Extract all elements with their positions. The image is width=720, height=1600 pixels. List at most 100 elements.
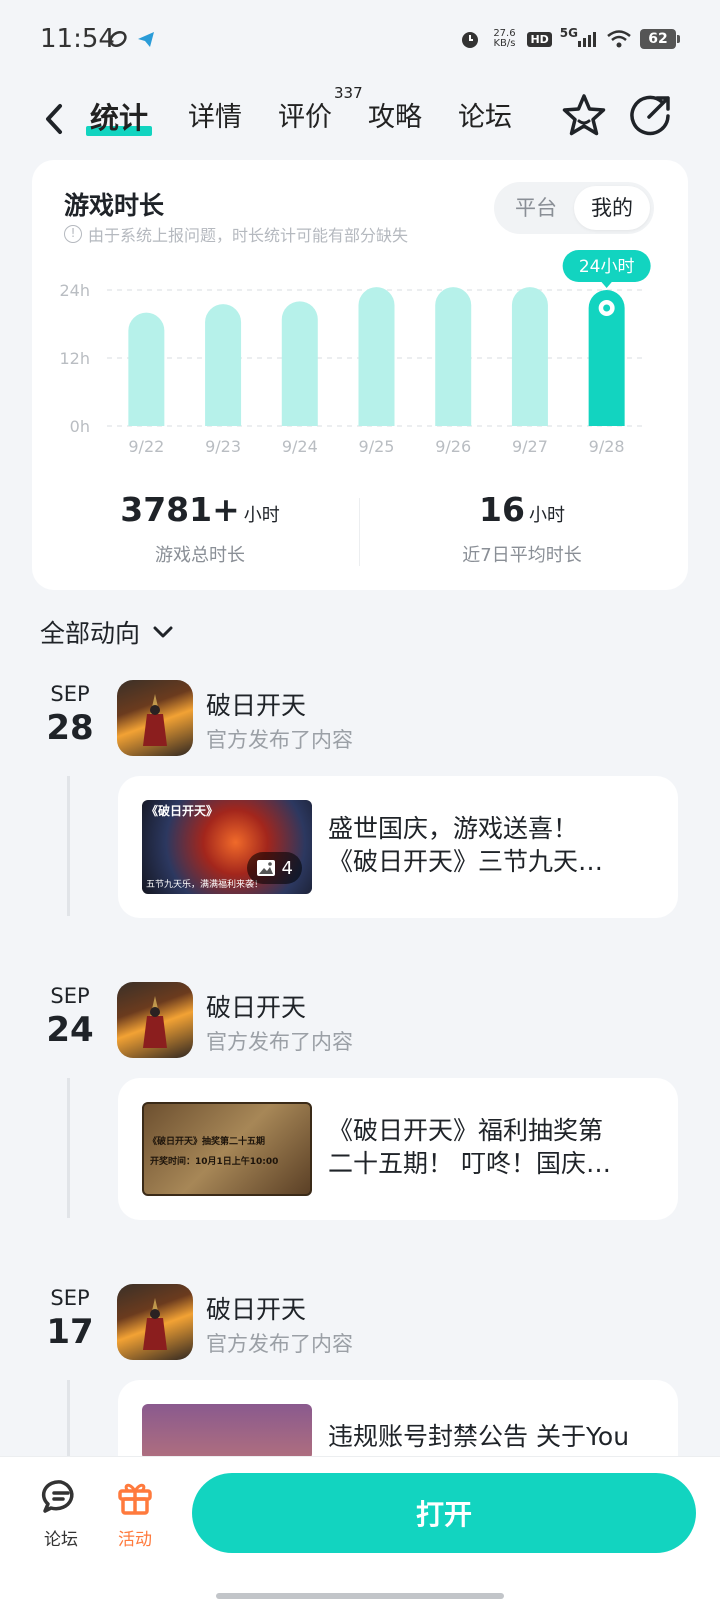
reviews-count-badge: 337 [334,84,363,102]
feed-filter-label: 全部动向 [40,619,141,648]
thumb-caption: 开奖时间：10月1日上午10:00 [150,1157,279,1167]
avg-playtime-value: 16 [479,490,525,529]
chevron-down-icon [153,626,173,638]
star-icon[interactable] [558,90,610,142]
telegram-notification-icon [138,32,154,47]
post-card[interactable]: 违规账号封禁公告 关于You [118,1380,678,1460]
x-tick-label: 9/24 [282,437,318,456]
wifi-icon [607,30,631,48]
chart-bar [205,304,242,426]
x-tick-label: 9/28 [589,437,625,456]
playtime-card: 游戏时长 ! 由于系统上报问题，时长统计可能有部分缺失 平台 我的 0h 12h 2… [32,160,688,590]
x-tick-label: 9/26 [435,437,471,456]
bar-highlight-dot-inner [603,304,611,312]
home-indicator[interactable] [216,1593,504,1599]
highlight-tooltip-label: 24小时 [579,257,635,277]
y-tick-label: 12h [60,349,91,368]
feed-date-month: SEP [50,1286,90,1310]
chart-bar [511,287,548,426]
y-tick-label: 0h [70,417,90,436]
post-title: 盛世国庆，游戏送喜！ 《破日开天》三节九天… [328,814,604,876]
tab-guides[interactable]: 攻略 [368,96,422,140]
game-name[interactable]: 破日开天 [206,1290,306,1326]
status-bar: 11:54 27.6 KB/s HD 5G 62 [0,0,720,80]
chart-bar [128,312,165,426]
feed-date-day: 17 [46,1312,94,1352]
post-subtitle: 官方发布了内容 [206,1030,353,1054]
bottom-activity-button[interactable]: 活动 [100,1477,170,1550]
x-tick-label: 9/23 [205,437,241,456]
thumb-title: 《破日开天》 [146,804,219,818]
feed-date-month: SEP [50,682,90,706]
feed-date-day: 24 [46,1010,94,1050]
hd-badge: HD [527,31,552,47]
x-tick-label: 9/27 [512,437,548,456]
post-subtitle: 官方发布了内容 [206,1332,353,1356]
game-avatar[interactable] [117,680,193,756]
network-label: 5G [559,26,578,40]
chart-bar [358,287,395,426]
segment-platform[interactable]: 平台 [498,186,574,230]
tab-reviews[interactable]: 评价 [278,96,332,140]
game-name[interactable]: 破日开天 [206,988,306,1024]
timeline-line [67,776,70,916]
total-playtime-label: 游戏总时长 [155,545,245,566]
open-game-button[interactable]: 打开 [192,1473,696,1553]
total-playtime-unit: 小时 [243,505,280,526]
feed-date-day: 28 [46,708,94,748]
avg-playtime-unit: 小时 [528,505,565,526]
gift-icon [118,1483,152,1515]
alarm-icon [462,32,479,48]
segment-control: 平台 我的 [494,182,654,234]
timeline-line [67,1380,70,1456]
highlight-tooltip-arrow [600,281,613,288]
chart-bar [435,287,472,426]
post-card[interactable]: 《破日开天》 五节九天乐，满满福利来袭！ 4 盛世国庆，游戏送喜！ 《破日开天》… [118,776,678,918]
total-playtime-value: 3781+ [120,490,240,529]
tab-forum[interactable]: 论坛 [458,96,512,140]
image-icon [256,860,275,876]
x-tick-label: 9/25 [359,437,395,456]
card-note-text: 由于系统上报问题，时长统计可能有部分缺失 [88,226,409,245]
nav-bar: 统计 详情 评价 337 攻略 论坛 [0,80,720,160]
share-icon[interactable] [624,90,676,142]
bottom-bar: 论坛 活动 打开 [0,1456,720,1600]
segment-mine[interactable]: 我的 [574,186,650,230]
game-avatar[interactable] [117,982,193,1058]
info-icon: ! [64,225,82,243]
stat-divider [359,498,360,566]
bottom-forum-button[interactable]: 论坛 [26,1477,96,1550]
feed-filter-dropdown[interactable]: 全部动向 [40,614,176,650]
thumb-title: 《破日开天》抽奖第二十五期 [148,1137,266,1147]
battery-icon: 62 [640,29,680,49]
x-tick-label: 9/22 [128,437,164,456]
timeline-line [67,1078,70,1218]
playtime-chart: 0h 12h 24h 9/22 9/23 9/24 9/25 9/26 9/27 9/28 24小时 [60,250,651,456]
app-notification-icon [109,31,127,47]
bottom-activity-label: 活动 [118,1530,152,1550]
avg-playtime: 16 小时 近7日平均时长 [362,490,682,567]
post-thumbnail: 《破日开天》抽奖第二十五期 开奖时间：10月1日上午10:00 [142,1102,312,1196]
chart-bar [281,301,318,426]
back-icon[interactable] [36,94,76,144]
y-tick-label: 24h [60,281,91,300]
post-card[interactable]: 《破日开天》抽奖第二十五期 开奖时间：10月1日上午10:00 《破日开天》福利… [118,1078,678,1220]
card-note: ! 由于系统上报问题，时长统计可能有部分缺失 [64,222,408,246]
post-subtitle: 官方发布了内容 [206,728,353,752]
post-thumbnail [142,1404,312,1460]
tab-stats[interactable]: 统计 [85,96,153,140]
tab-details[interactable]: 详情 [188,96,242,140]
signal-icon [578,32,596,47]
avg-playtime-label: 近7日平均时长 [462,545,582,566]
card-title: 游戏时长 [64,191,165,220]
game-avatar[interactable] [117,1284,193,1360]
image-count: 4 [281,857,293,879]
game-name[interactable]: 破日开天 [206,686,306,722]
post-thumbnail: 《破日开天》 五节九天乐，满满福利来袭！ 4 [142,800,312,894]
post-title: 违规账号封禁公告 关于You [328,1422,630,1451]
status-icons: 27.6 KB/s HD 5G 62 [459,24,680,54]
total-playtime: 3781+ 小时 游戏总时长 [40,490,360,567]
image-count-badge: 4 [246,852,302,884]
thumb-caption: 五节九天乐，满满福利来袭！ [146,880,264,890]
net-speed: 27.6 KB/s [493,28,516,49]
